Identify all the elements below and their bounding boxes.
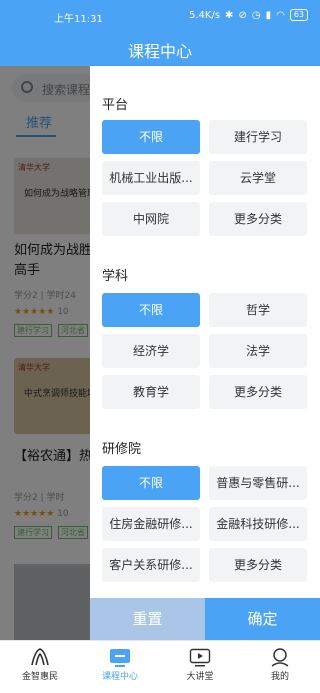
user-icon — [271, 648, 289, 667]
course-screen-icon — [110, 649, 130, 667]
header-bar: 上午11:31 5.4K/s ✱ ⊘ ◷ ▮ ◠ 63 课程中心 — [0, 0, 320, 66]
option-platform[interactable]: 建行学习 — [209, 120, 307, 154]
jinzhi-logo-icon — [31, 648, 49, 666]
option-institute[interactable]: 住房金融研修... — [102, 507, 200, 541]
nav-label: 课程中心 — [101, 672, 138, 682]
play-screen-icon — [189, 648, 211, 667]
section-title-institute: 研修院 — [102, 442, 142, 457]
bottom-nav: 金智惠民 课程中心 大讲堂 我的 — [0, 640, 320, 693]
option-platform[interactable]: 云学堂 — [209, 161, 307, 195]
wifi-icon: ◠ — [276, 9, 285, 21]
nav-label: 大讲堂 — [186, 672, 214, 682]
option-subject-unlimited[interactable]: 不限 — [102, 293, 200, 327]
option-subject-more[interactable]: 更多分类 — [209, 375, 307, 409]
option-platform-unlimited[interactable]: 不限 — [102, 120, 200, 154]
alarm-icon: ◷ — [251, 9, 261, 21]
option-institute[interactable]: 金融科技研修... — [209, 507, 307, 541]
mute-icon: ⊘ — [238, 9, 247, 21]
option-institute-unlimited[interactable]: 不限 — [102, 466, 200, 500]
signal-icon: ▮ — [265, 9, 272, 21]
status-right: 5.4K/s ✱ ⊘ ◷ ▮ ◠ 63 — [189, 9, 308, 21]
option-subject[interactable]: 经济学 — [102, 334, 200, 368]
section-title-subject: 学科 — [102, 269, 129, 284]
section-title-platform: 平台 — [102, 98, 129, 113]
overlay-mask[interactable] — [0, 66, 90, 640]
nav-item-mine[interactable]: 我的 — [240, 641, 320, 693]
nav-item-lecture[interactable]: 大讲堂 — [160, 641, 240, 693]
reset-button[interactable]: 重置 — [90, 598, 205, 640]
nav-item-jinzhi[interactable]: 金智惠民 — [0, 641, 80, 693]
nav-item-course-center[interactable]: 课程中心 — [80, 641, 160, 693]
filter-panel: 平台 不限 建行学习 机械工业出版... 云学堂 中网院 更多分类 学科 不限 … — [90, 66, 320, 640]
option-institute[interactable]: 普惠与零售研... — [209, 466, 307, 500]
option-institute-more[interactable]: 更多分类 — [209, 548, 307, 582]
option-platform[interactable]: 中网院 — [102, 202, 200, 236]
nav-label: 我的 — [270, 672, 289, 682]
option-platform[interactable]: 机械工业出版... — [102, 161, 200, 195]
net-speed: 5.4K/s — [189, 9, 221, 21]
confirm-button[interactable]: 确定 — [205, 598, 320, 640]
bluetooth-icon: ✱ — [225, 9, 234, 21]
option-subject[interactable]: 教育学 — [102, 375, 200, 409]
option-subject[interactable]: 哲学 — [209, 293, 307, 327]
option-subject[interactable]: 法学 — [209, 334, 307, 368]
option-platform-more[interactable]: 更多分类 — [209, 202, 307, 236]
status-bar: 上午11:31 5.4K/s ✱ ⊘ ◷ ▮ ◠ 63 — [0, 0, 320, 28]
page-title: 课程中心 — [127, 42, 192, 61]
battery-icon: 63 — [289, 9, 308, 21]
nav-label: 金智惠民 — [21, 672, 58, 682]
status-time: 上午11:31 — [54, 14, 103, 25]
option-institute[interactable]: 客户关系研修... — [102, 548, 200, 582]
